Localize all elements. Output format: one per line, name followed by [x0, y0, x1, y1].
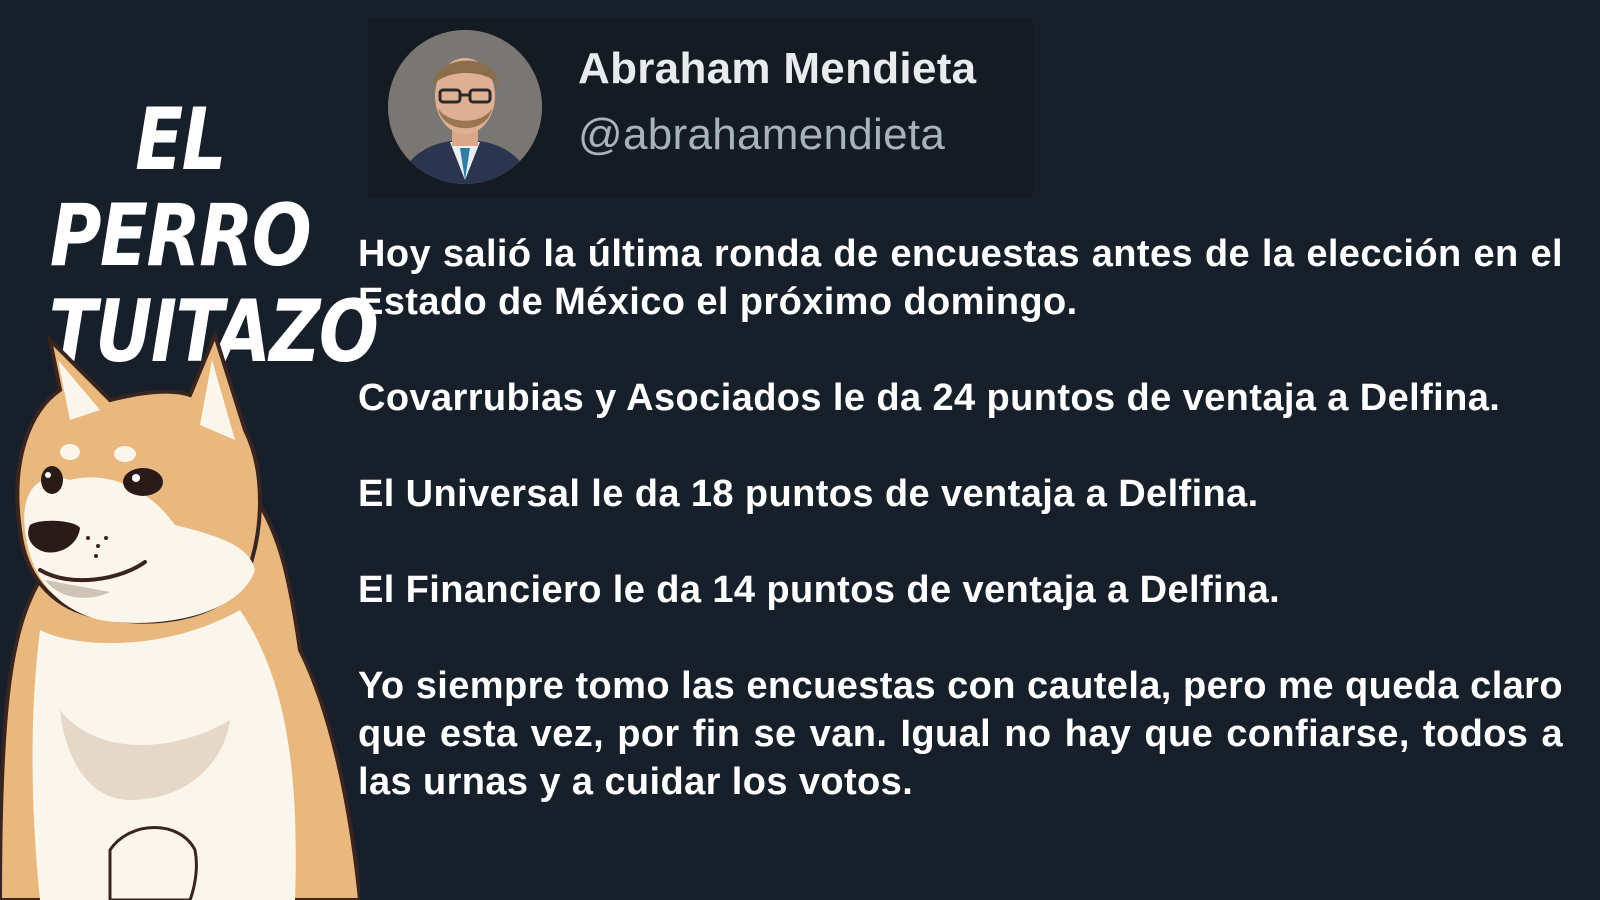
- doge-mascot-icon: [0, 330, 360, 900]
- tweet-paragraph: El Financiero le da 14 puntos de ventaja…: [358, 569, 1281, 611]
- profile-photo-icon[interactable]: [388, 30, 542, 184]
- author-handle[interactable]: @abrahamendieta: [578, 110, 945, 160]
- tweet-body: Hoy salió la última ronda de encuestas a…: [358, 230, 1563, 806]
- tweet-paragraph: Yo siempre tomo las encuestas con cautel…: [358, 665, 1563, 803]
- tweet-paragraph: Hoy salió la última ronda de encuestas a…: [358, 233, 1563, 323]
- author-name[interactable]: Abraham Mendieta: [578, 44, 976, 94]
- brand-title-line1: EL PERRO: [49, 90, 312, 286]
- tweet-paragraph: El Universal le da 18 puntos de ventaja …: [358, 473, 1259, 515]
- tweet-paragraph: Covarrubias y Asociados le da 24 puntos …: [358, 377, 1501, 419]
